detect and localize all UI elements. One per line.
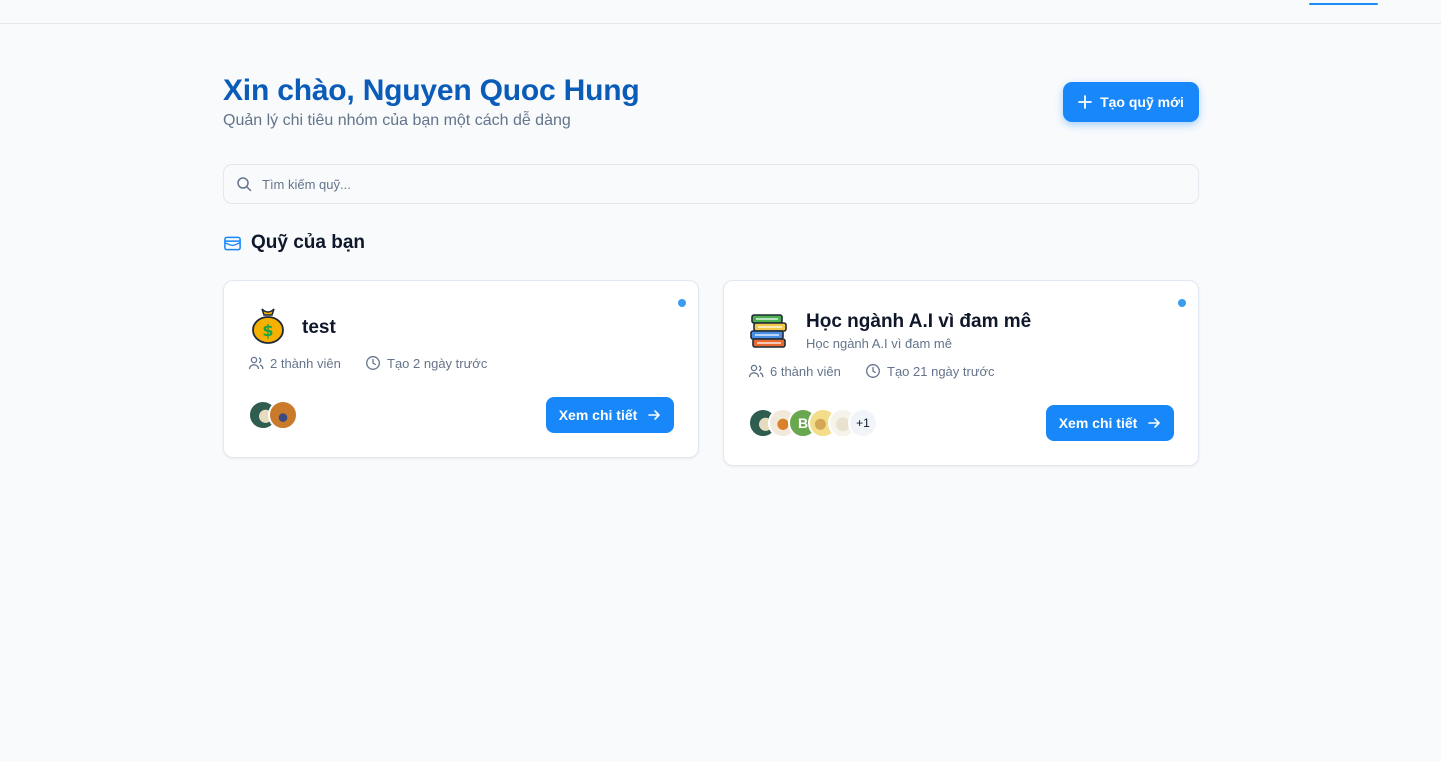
view-detail-label: Xem chi tiết: [1058, 415, 1138, 431]
status-dot: [1178, 299, 1186, 307]
member-count: 2 thành viên: [248, 355, 341, 371]
member-count: 6 thành viên: [748, 363, 841, 379]
clock-icon: [366, 356, 380, 370]
created-time-text: Tạo 21 ngày trước: [887, 363, 995, 379]
arrow-right-icon: [1148, 418, 1161, 428]
avatar: [268, 400, 298, 430]
svg-text:$: $: [262, 321, 273, 340]
arrow-right-icon: [648, 410, 661, 420]
status-dot: [678, 299, 686, 307]
nav-active-indicator: [1309, 3, 1378, 5]
member-count-text: 2 thành viên: [270, 355, 341, 371]
search-input[interactable]: [262, 176, 1162, 192]
greeting-title: Xin chào, Nguyen Quoc Hung: [223, 74, 640, 107]
created-time: Tạo 21 ngày trước: [865, 363, 995, 379]
created-time-text: Tạo 2 ngày trước: [387, 355, 488, 371]
books-icon: [750, 314, 787, 348]
top-navbar: [0, 0, 1441, 24]
section-title: Quỹ của bạn: [251, 232, 366, 253]
member-avatars: [248, 400, 298, 430]
created-time: Tạo 2 ngày trước: [365, 355, 487, 371]
clock-icon: [866, 364, 880, 378]
fund-card[interactable]: $ test 2 thành viên Tạo 2 ngày trước Xem…: [223, 280, 699, 458]
member-count-text: 6 thành viên: [770, 363, 841, 379]
create-fund-label: Tạo quỹ mới: [1100, 94, 1184, 110]
view-detail-button[interactable]: Xem chi tiết: [1046, 405, 1174, 441]
view-detail-label: Xem chi tiết: [558, 407, 638, 423]
view-detail-button[interactable]: Xem chi tiết: [546, 397, 674, 433]
create-fund-button[interactable]: Tạo quỹ mới: [1063, 82, 1199, 122]
money-bag-icon: $: [252, 308, 284, 344]
wallet-icon: [224, 236, 241, 250]
greeting-subtitle: Quản lý chi tiêu nhóm của bạn một cách d…: [223, 112, 571, 129]
section-heading: Quỹ của bạn: [223, 232, 365, 254]
avatar-more-count: +1: [848, 408, 878, 438]
fund-name: test: [302, 317, 336, 338]
plus-icon: [1078, 95, 1092, 109]
search-icon: [237, 177, 252, 192]
member-avatars: B +1: [748, 408, 878, 438]
fund-card[interactable]: Học ngành A.I vì đam mê Học ngành A.I vì…: [723, 280, 1199, 466]
fund-name: Học ngành A.I vì đam mê: [806, 311, 1032, 332]
fund-description: Học ngành A.I vì đam mê: [806, 336, 952, 351]
users-icon: [748, 364, 764, 378]
search-bar[interactable]: [223, 164, 1199, 204]
users-icon: [248, 356, 264, 370]
